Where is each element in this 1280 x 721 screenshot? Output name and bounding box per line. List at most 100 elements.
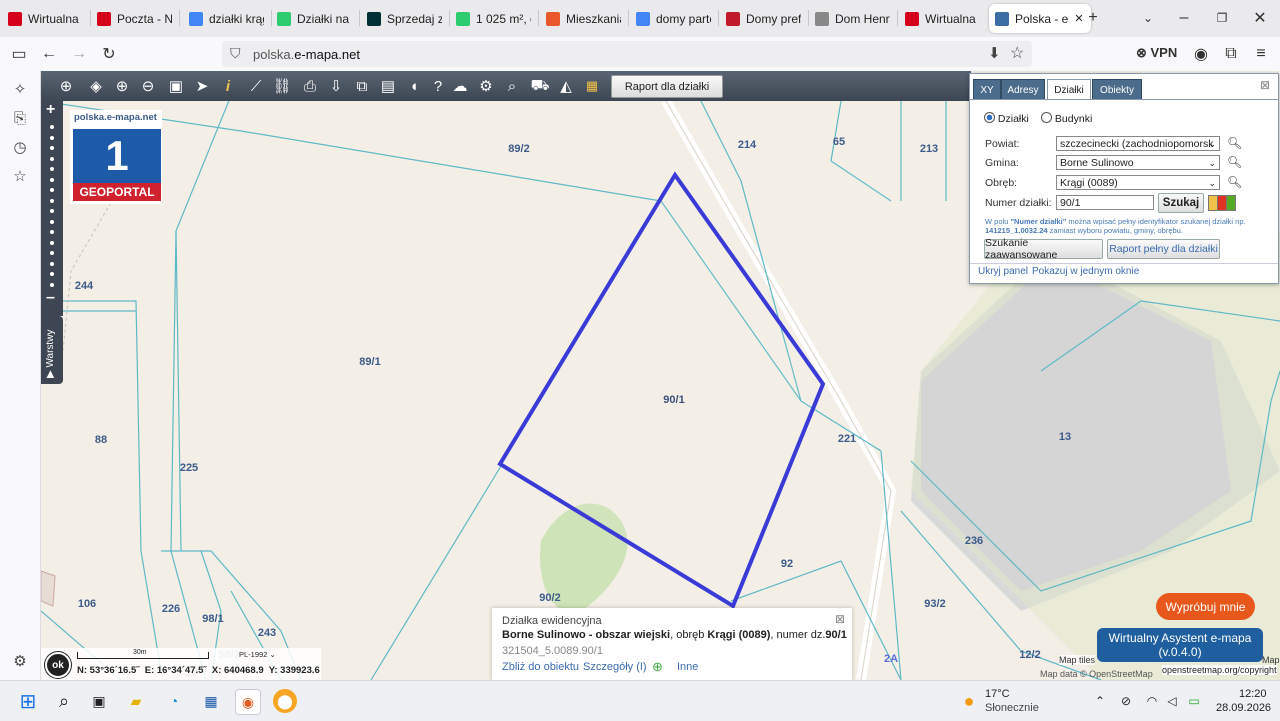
- settings-gear-icon[interactable]: ⚙: [10, 651, 30, 671]
- tab-5[interactable]: Sprzedaj z O: [367, 4, 442, 33]
- maximize-icon[interactable]: ❐: [1211, 7, 1233, 29]
- color-grid-icon[interactable]: ▦: [581, 75, 603, 97]
- zoom-extent-icon[interactable]: ▣: [165, 75, 187, 97]
- link-icon[interactable]: ⛓: [271, 75, 293, 97]
- hide-panel-link[interactable]: Ukryj panel: [978, 266, 1028, 277]
- measure-icon[interactable]: ⟋: [245, 75, 267, 97]
- tab-9[interactable]: Domy prefal: [726, 4, 801, 33]
- new-tab-icon[interactable]: +: [1082, 7, 1104, 29]
- tab-obiekty[interactable]: Obiekty: [1092, 79, 1142, 100]
- radio-budynki[interactable]: Budynki: [1041, 112, 1092, 125]
- back-icon[interactable]: ←: [38, 43, 60, 65]
- zoom-level-dot[interactable]: [50, 240, 54, 245]
- firefox-icon[interactable]: ◉: [235, 689, 261, 715]
- zoom-level-dot[interactable]: [50, 230, 54, 234]
- forward-icon[interactable]: →: [68, 43, 90, 65]
- panel-close-icon[interactable]: ⊠: [1260, 78, 1270, 92]
- tab-xy[interactable]: XY: [973, 79, 1001, 100]
- zoom-level-dot[interactable]: [50, 219, 54, 224]
- battery-icon[interactable]: ▭: [1182, 689, 1206, 713]
- parcel-report-button[interactable]: Raport dla działki: [611, 75, 723, 98]
- tab-1[interactable]: Wirtualna P: [8, 4, 83, 33]
- zoom-level-dot[interactable]: [50, 209, 54, 213]
- tab-dzialki[interactable]: Działki: [1047, 79, 1091, 100]
- vpn-button[interactable]: ⊗ VPN: [1136, 45, 1177, 61]
- try-me-bubble[interactable]: Wypróbuj mnie: [1156, 593, 1255, 620]
- zoom-level-dot[interactable]: [50, 177, 54, 182]
- download-map-icon[interactable]: ⇩: [325, 75, 347, 97]
- layers-icon[interactable]: ◈: [85, 75, 107, 97]
- zoom-level-dot[interactable]: [50, 272, 54, 276]
- tab-7[interactable]: Mieszkania I: [546, 4, 621, 33]
- zoom-level-dot[interactable]: [50, 146, 54, 150]
- tab-adresy[interactable]: Adresy: [1001, 79, 1045, 100]
- obreb-search-icon[interactable]: 🔍︎: [1227, 175, 1242, 189]
- zoom-minus-icon[interactable]: –: [46, 289, 55, 307]
- tab-11[interactable]: Wirtualna Po: [905, 4, 980, 33]
- edge-icon[interactable]: ◔: [162, 689, 186, 713]
- download-icon[interactable]: ⬇: [988, 44, 1001, 62]
- comment-icon[interactable]: ◖: [403, 75, 425, 97]
- zoom-slider[interactable]: + –: [41, 101, 63, 316]
- zoom-level-dot[interactable]: [50, 156, 54, 161]
- clock-time[interactable]: 12:20: [1239, 688, 1267, 700]
- gears-icon[interactable]: ⚙: [475, 75, 497, 97]
- ai-sparkle-icon[interactable]: ✧: [10, 79, 30, 99]
- advanced-search-button[interactable]: Szukanie zaawansowane: [984, 237, 1103, 261]
- sync-tabs-icon[interactable]: ⎘: [10, 108, 30, 128]
- tab-4[interactable]: Działki na sp: [277, 4, 352, 33]
- szukaj-button[interactable]: Szukaj: [1158, 193, 1204, 213]
- color-green-swatch[interactable]: [1226, 195, 1236, 211]
- crs-select[interactable]: PL-1992 ⌄: [239, 650, 276, 659]
- menu-icon[interactable]: ≡: [1250, 43, 1272, 65]
- add-circle-icon[interactable]: ⊕: [652, 659, 663, 675]
- zoom-in-icon[interactable]: ⊕: [111, 75, 133, 97]
- single-window-link[interactable]: Pokazuj w jednym oknie: [1032, 266, 1139, 277]
- gmina-select[interactable]: Borne Sulinowo ⌄: [1056, 155, 1220, 170]
- account-icon[interactable]: ◉: [1190, 43, 1212, 65]
- clock-date[interactable]: 28.09.2026: [1216, 702, 1271, 714]
- zoom-level-dot[interactable]: [50, 198, 54, 203]
- vpn-browser-icon[interactable]: ⬤: [273, 689, 297, 713]
- extensions-icon[interactable]: ⧉: [1220, 43, 1242, 65]
- radio-dzialki[interactable]: Działki: [984, 112, 1029, 125]
- tab-12[interactable]: Polska - e ✕: [989, 4, 1091, 33]
- zoom-to-object-link[interactable]: Zbliż do obiektu: [502, 661, 579, 673]
- numer-input[interactable]: 90/1: [1056, 195, 1154, 210]
- windows-start-icon[interactable]: ⊞: [16, 689, 40, 713]
- history-icon[interactable]: ◷: [10, 137, 30, 157]
- search-icon[interactable]: ⌕: [52, 689, 76, 713]
- gmina-search-icon[interactable]: 🔍︎: [1227, 155, 1242, 169]
- zoom-level-dot[interactable]: [50, 251, 54, 255]
- zoom-level-dot[interactable]: [50, 261, 54, 266]
- zoom-plus-icon[interactable]: +: [46, 101, 55, 119]
- zoom-level-dot[interactable]: [50, 135, 54, 140]
- tab-10[interactable]: Dom Henryk: [815, 4, 890, 33]
- tab-8[interactable]: domy parter: [636, 4, 711, 33]
- tab-2[interactable]: Poczta - Naj: [97, 4, 172, 33]
- tray-app-icon[interactable]: ⊘: [1114, 689, 1138, 713]
- compare-icon[interactable]: ◭: [555, 75, 577, 97]
- virtual-assistant-button[interactable]: Wirtualny Asystent e-mapa (v.0.4.0): [1097, 628, 1263, 662]
- bookmarks-icon[interactable]: ☆: [10, 166, 30, 186]
- help-icon[interactable]: ?: [427, 75, 449, 97]
- full-report-button[interactable]: Raport pełny dla działki: [1107, 239, 1220, 259]
- minimize-icon[interactable]: –: [1173, 7, 1195, 29]
- file-explorer-icon[interactable]: ▰: [124, 689, 148, 713]
- info-close-icon[interactable]: ⊠: [835, 612, 845, 626]
- geoportal-logo[interactable]: polska.e-mapa.net 1 GEOPORTAL: [70, 110, 162, 204]
- tab-3[interactable]: działki krągi: [189, 4, 264, 33]
- tab-6[interactable]: 1 025 m², dz: [456, 4, 531, 33]
- copy-icon[interactable]: ⧉: [351, 75, 373, 97]
- powiat-search-icon[interactable]: 🔍︎: [1227, 136, 1242, 150]
- layers-toggle[interactable]: ▶ Warstwy: [41, 316, 63, 384]
- store-icon[interactable]: ▦: [199, 689, 223, 713]
- search-map-icon[interactable]: ⌕: [501, 75, 523, 97]
- zoom-out-icon[interactable]: ⊖: [137, 75, 159, 97]
- window-layout-icon[interactable]: ▤: [377, 75, 399, 97]
- bookmark-star-icon[interactable]: ☆: [1010, 43, 1024, 63]
- task-view-icon[interactable]: ▣: [87, 689, 111, 713]
- zoom-level-dot[interactable]: [50, 167, 54, 171]
- cart-icon[interactable]: ⛟: [529, 75, 551, 97]
- print-icon[interactable]: ⎙: [299, 75, 321, 97]
